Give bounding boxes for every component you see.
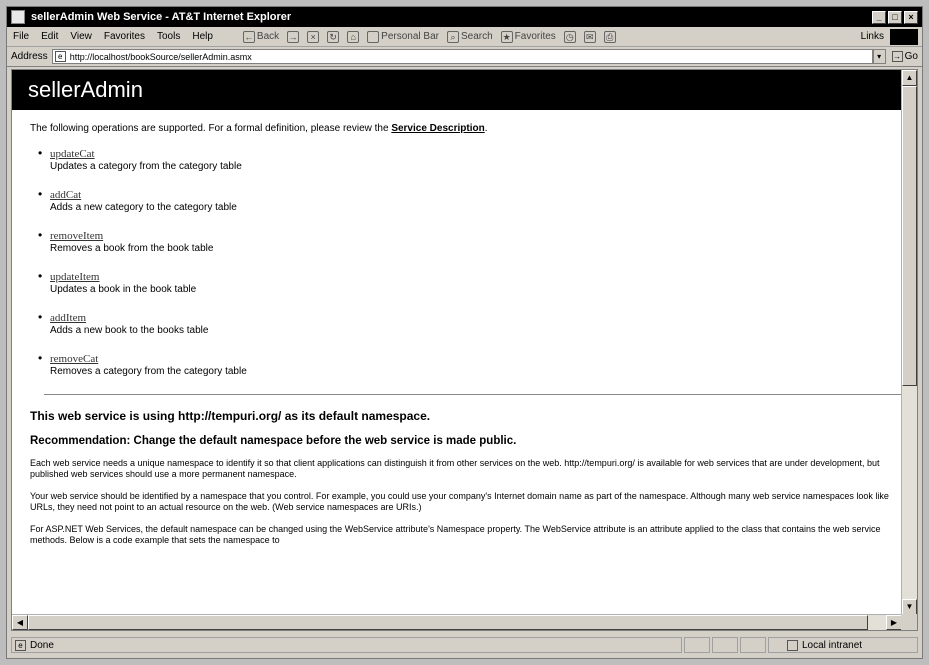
operation-description: Adds a new category to the category tabl… [50, 202, 237, 213]
operation-link-additem[interactable]: addItem [50, 312, 86, 324]
home-button[interactable]: ⌂ [347, 30, 360, 43]
page-icon: e [54, 51, 66, 62]
ie-app-icon [11, 10, 25, 24]
operation-description: Removes a category from the category tab… [50, 366, 247, 377]
vertical-scroll-thumb[interactable] [902, 86, 917, 386]
menu-edit[interactable]: Edit [41, 31, 58, 42]
address-input[interactable]: e http://localhost/bookSource/sellerAdmi… [51, 49, 873, 64]
page-viewport: sellerAdmin The following operations are… [12, 70, 902, 615]
forward-button[interactable]: → [287, 30, 300, 43]
scroll-down-arrow-icon[interactable]: ▼ [902, 599, 917, 615]
stop-icon: × [307, 30, 320, 43]
menu-file[interactable]: File [13, 31, 29, 42]
forward-arrow-icon: → [287, 30, 300, 43]
personal-bar-icon [367, 30, 380, 43]
scroll-up-arrow-icon[interactable]: ▲ [902, 70, 917, 86]
list-item: addCatAdds a new category to the categor… [38, 189, 902, 213]
status-bar: e Done Local intranet [11, 636, 918, 654]
address-url: http://localhost/bookSource/sellerAdmin.… [69, 51, 252, 62]
list-item: removeCatRemoves a category from the cat… [38, 353, 902, 377]
history-button[interactable]: ◷ [563, 30, 576, 43]
page-heading: sellerAdmin [12, 70, 902, 110]
menu-favorites[interactable]: Favorites [104, 31, 145, 42]
operations-list: updateCatUpdates a category from the cat… [38, 148, 902, 377]
refresh-button[interactable]: ↻ [327, 30, 340, 43]
operation-description: Adds a new book to the books table [50, 325, 209, 336]
namespace-paragraph-2: Your web service should be identified by… [30, 491, 889, 512]
personal-bar-button[interactable]: Personal Bar [367, 30, 439, 43]
operation-link-updatecat[interactable]: updateCat [50, 148, 95, 160]
links-label[interactable]: Links [861, 31, 884, 42]
search-button[interactable]: ⌕ Search [446, 30, 493, 43]
menu-tools[interactable]: Tools [157, 31, 180, 42]
namespace-paragraph-3: For ASP.NET Web Services, the default na… [30, 524, 881, 545]
address-label: Address [11, 51, 48, 62]
home-icon: ⌂ [347, 30, 360, 43]
zone-label: Local intranet [802, 639, 863, 651]
horizontal-scroll-thumb[interactable] [28, 615, 868, 630]
menu-view[interactable]: View [70, 31, 92, 42]
security-zone: Local intranet [768, 637, 918, 653]
favorites-button[interactable]: ★ Favorites [500, 30, 556, 43]
page-done-icon: e [15, 639, 26, 651]
namespace-paragraph-1: Each web service needs a unique namespac… [30, 458, 880, 479]
mail-icon: ✉ [583, 30, 596, 43]
address-bar: Address e http://localhost/bookSource/se… [7, 47, 922, 67]
search-icon: ⌕ [446, 30, 459, 43]
list-item: updateCatUpdates a category from the cat… [38, 148, 902, 172]
list-item: removeItemRemoves a book from the book t… [38, 230, 902, 254]
menu-help[interactable]: Help [192, 31, 213, 42]
back-arrow-icon: ← [242, 30, 255, 43]
print-button[interactable]: ⎙ [603, 30, 616, 43]
horizontal-divider [44, 394, 902, 395]
window-title: sellerAdmin Web Service - AT&T Internet … [31, 11, 292, 23]
namespace-heading: This web service is using http://tempuri… [30, 409, 431, 423]
vertical-scrollbar[interactable]: ▲ ▼ [901, 70, 917, 615]
status-cell [712, 637, 738, 653]
mail-button[interactable]: ✉ [583, 30, 596, 43]
toolbar: ← Back → × ↻ ⌂ Personal Bar ⌕ Search ★ Favo… [242, 30, 616, 43]
close-button[interactable]: × [904, 10, 918, 24]
operation-link-removecat[interactable]: removeCat [50, 353, 98, 365]
horizontal-scrollbar[interactable]: ◀ ▶ [12, 614, 902, 630]
menu-bar: File Edit View Favorites Tools Help ← Bac… [7, 27, 922, 47]
status-cell [684, 637, 710, 653]
service-description-link[interactable]: Service Description [391, 123, 484, 134]
namespace-recommendation: Recommendation: Change the default names… [30, 435, 517, 447]
operation-link-updateitem[interactable]: updateItem [50, 271, 99, 283]
operation-description: Updates a category from the category tab… [50, 161, 242, 172]
browser-window: sellerAdmin Web Service - AT&T Internet … [6, 6, 923, 659]
scroll-right-arrow-icon[interactable]: ▶ [886, 615, 902, 630]
scroll-left-arrow-icon[interactable]: ◀ [12, 615, 28, 630]
go-button[interactable]: → Go [891, 51, 918, 62]
status-cell [740, 637, 766, 653]
operation-link-addcat[interactable]: addCat [50, 189, 81, 201]
minimize-button[interactable]: _ [872, 10, 886, 24]
scrollbar-corner [901, 614, 917, 630]
list-item: addItemAdds a new book to the books tabl… [38, 312, 902, 336]
history-icon: ◷ [563, 30, 576, 43]
intro-text: The following operations are supported. … [30, 123, 488, 134]
title-bar: sellerAdmin Web Service - AT&T Internet … [7, 7, 922, 27]
print-icon: ⎙ [603, 30, 616, 43]
browser-content: sellerAdmin The following operations are… [11, 69, 918, 631]
refresh-icon: ↻ [327, 30, 340, 43]
back-button[interactable]: ← Back [242, 30, 279, 43]
operation-description: Updates a book in the book table [50, 284, 197, 295]
maximize-button[interactable]: □ [888, 10, 902, 24]
list-item: updateItemUpdates a book in the book tab… [38, 271, 902, 295]
stop-button[interactable]: × [307, 30, 320, 43]
intranet-zone-icon [787, 639, 798, 651]
favorites-icon: ★ [500, 30, 513, 43]
status-text: Done [30, 639, 54, 651]
address-dropdown-button[interactable]: ▾ [872, 49, 886, 64]
go-arrow-icon: → [891, 51, 903, 62]
operation-link-removeitem[interactable]: removeItem [50, 230, 103, 242]
ie-brand-logo [890, 28, 918, 45]
operation-description: Removes a book from the book table [50, 243, 214, 254]
